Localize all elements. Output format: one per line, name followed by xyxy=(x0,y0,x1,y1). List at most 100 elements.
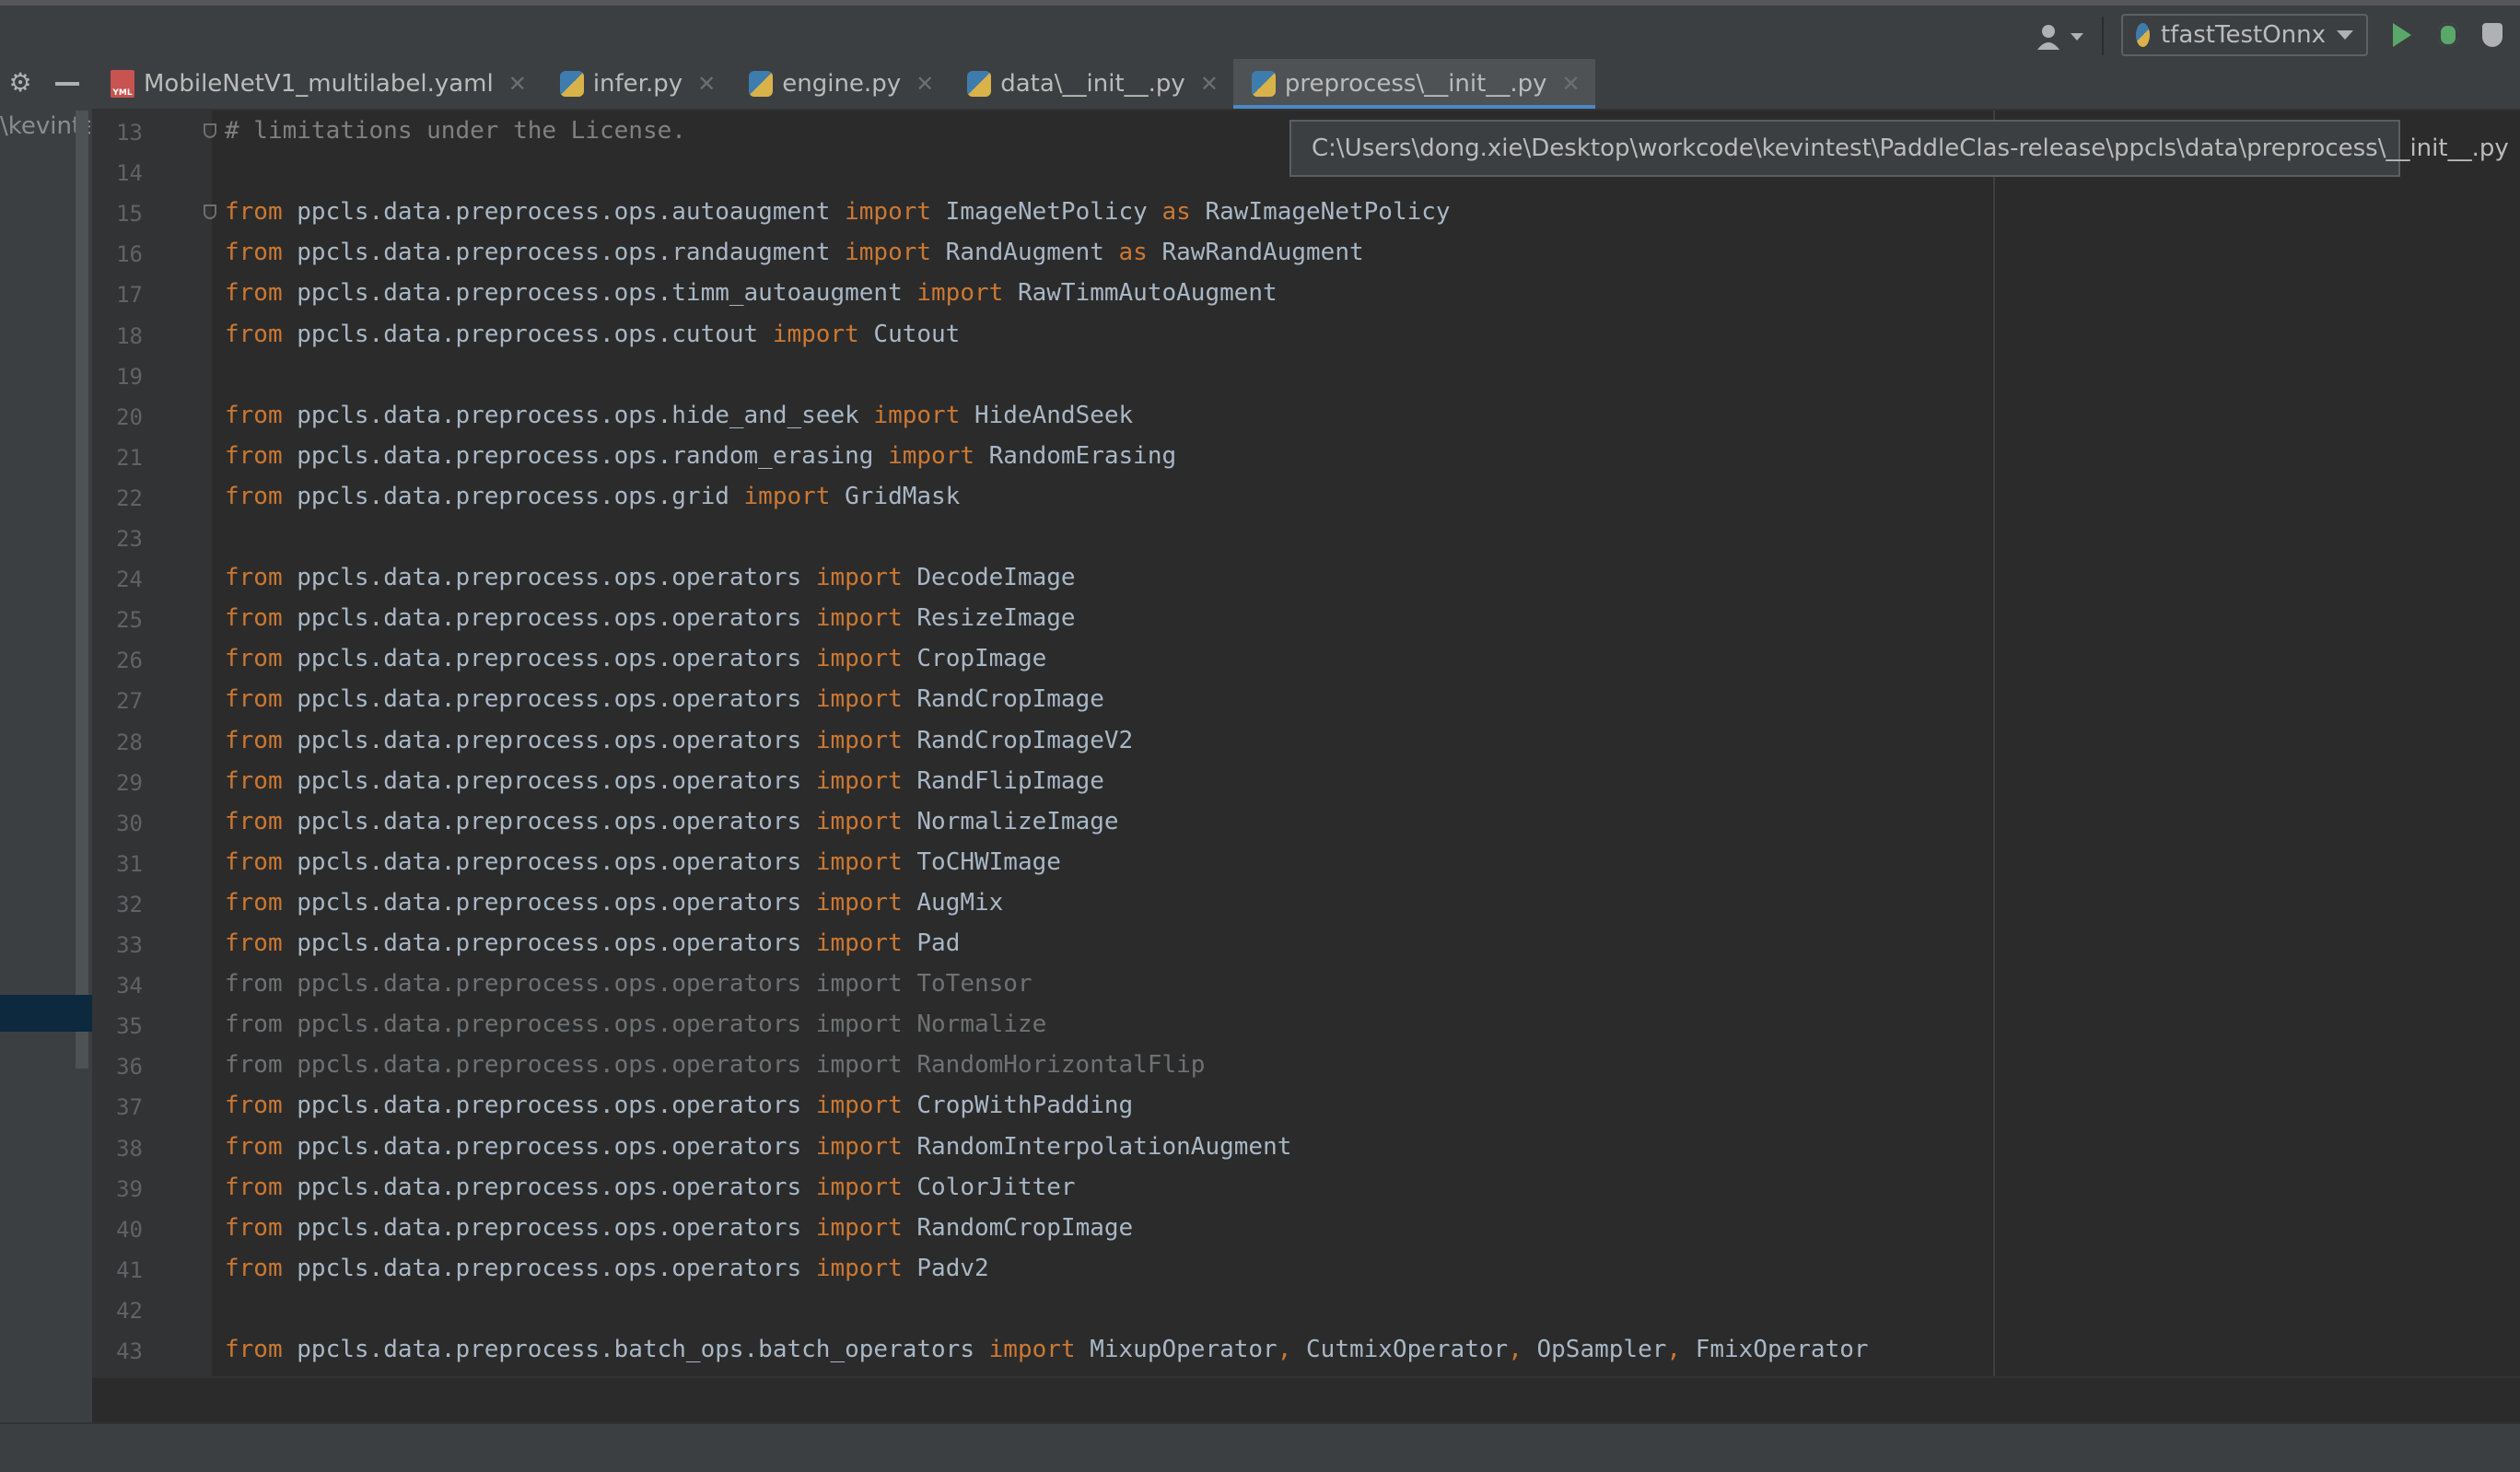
code-line[interactable]: from ppcls.data.preprocess.ops.operators… xyxy=(225,1045,1205,1085)
keyword-token: import xyxy=(888,441,974,470)
close-icon[interactable]: ✕ xyxy=(1200,71,1219,97)
yaml-file-icon: YML xyxy=(111,70,134,98)
line-number: 22 xyxy=(116,485,143,511)
keyword-token: from xyxy=(225,482,283,510)
line-number: 16 xyxy=(116,241,143,268)
close-icon[interactable]: ✕ xyxy=(916,71,934,97)
line-number: 20 xyxy=(116,403,143,430)
code-line[interactable]: from ppcls.data.preprocess.ops.operators… xyxy=(225,720,1133,761)
keyword-token: as xyxy=(1161,198,1191,227)
line-number: 14 xyxy=(116,160,143,187)
code-line[interactable]: from ppcls.data.preprocess.batch_ops.bat… xyxy=(225,1329,1869,1370)
code-token: Pad xyxy=(902,929,961,957)
horizontal-scrollbar[interactable] xyxy=(92,1376,2520,1424)
code-token: ppcls.data.preprocess.ops.operators xyxy=(282,929,816,957)
keyword-token: import xyxy=(815,1092,903,1120)
code-line[interactable]: from ppcls.data.preprocess.ops.operators… xyxy=(225,679,1104,719)
code-token: ppcls.data.preprocess.ops.operators xyxy=(282,1254,816,1282)
code-line[interactable]: from ppcls.data.preprocess.ops.operators… xyxy=(225,761,1104,801)
code-line[interactable]: from ppcls.data.preprocess.ops.grid impo… xyxy=(225,476,960,517)
code-line[interactable]: from ppcls.data.preprocess.ops.hide_and_… xyxy=(225,395,1133,436)
code-line[interactable]: from ppcls.data.preprocess.ops.operators… xyxy=(225,1004,1046,1045)
tab-preprocess-init-py[interactable]: preprocess\__init__.py ✕ xyxy=(1232,59,1595,109)
code-line[interactable]: # limitations under the License. xyxy=(225,111,686,151)
line-number: 25 xyxy=(116,607,143,634)
debug-button[interactable] xyxy=(2432,18,2465,52)
code-token: ColorJitter xyxy=(902,1173,1076,1201)
tab-mobilenetv1-multilabel-yaml[interactable]: YML MobileNetV1_multilabel.yaml ✕ xyxy=(92,59,542,109)
run-button[interactable] xyxy=(2386,18,2419,52)
close-icon[interactable]: ✕ xyxy=(508,71,527,97)
code-line[interactable]: from ppcls.data.preprocess.ops.operators… xyxy=(225,638,1046,679)
tab-engine-py[interactable]: engine.py ✕ xyxy=(730,59,949,109)
line-number: 21 xyxy=(116,444,143,471)
code-line[interactable]: from ppcls.data.preprocess.ops.operators… xyxy=(225,964,1032,1004)
project-panel: ⚙ \kevintes xyxy=(0,59,92,1422)
keyword-token: import xyxy=(815,1173,903,1201)
chevron-down-icon xyxy=(2071,33,2083,41)
code-line[interactable]: from ppcls.data.preprocess.ops.operators… xyxy=(225,842,1061,882)
line-number-gutter[interactable]: 13 14 15 16 17 18 19 20 21 22 23 24 25 26 27 28 29 30 31 32… xyxy=(92,111,212,1376)
code-token: from ppcls.data.preprocess.ops.operators… xyxy=(225,1011,1047,1039)
keyword-token: from xyxy=(225,1336,283,1363)
close-icon[interactable]: ✕ xyxy=(697,71,716,97)
code-line[interactable]: from ppcls.data.preprocess.ops.operators… xyxy=(225,598,1076,638)
code-token: ppcls.data.preprocess.ops.operators xyxy=(282,726,816,754)
line-number: 26 xyxy=(116,648,143,674)
tab-data-init-py[interactable]: data\__init__.py ✕ xyxy=(949,59,1233,109)
user-menu-button[interactable] xyxy=(2037,18,2091,55)
keyword-token: import xyxy=(815,1254,903,1282)
keyword-token: , xyxy=(1277,1336,1292,1363)
code-token: RandCropImageV2 xyxy=(902,726,1134,754)
code-line[interactable]: from ppcls.data.preprocess.ops.operators… xyxy=(225,557,1076,598)
code-token: ppcls.data.preprocess.ops.operators xyxy=(282,1213,816,1242)
code-line[interactable]: from ppcls.data.preprocess.ops.timm_auto… xyxy=(225,273,1278,313)
keyword-token: from xyxy=(225,1132,283,1161)
code-token: CropImage xyxy=(902,645,1047,673)
line-number: 29 xyxy=(116,769,143,796)
keyword-token: from xyxy=(225,888,283,917)
keyword-token: from xyxy=(225,279,283,308)
line-number: 32 xyxy=(116,891,143,917)
project-selected-row[interactable] xyxy=(0,995,92,1032)
code-token: AugMix xyxy=(902,888,1004,917)
project-panel-scrollbar[interactable] xyxy=(76,111,88,1069)
code-line[interactable]: from ppcls.data.preprocess.ops.operators… xyxy=(225,1167,1076,1208)
code-token: FmixOperator xyxy=(1681,1336,1869,1363)
code-line[interactable]: from ppcls.data.preprocess.ops.autoaugme… xyxy=(225,192,1451,232)
keyword-token: from xyxy=(225,441,283,470)
minimize-icon[interactable] xyxy=(55,82,79,86)
keyword-token: from xyxy=(225,604,283,633)
code-line[interactable]: from ppcls.data.preprocess.ops.operators… xyxy=(225,801,1119,842)
code-token: ppcls.data.preprocess.ops.operators xyxy=(282,564,816,592)
keyword-token: from xyxy=(225,726,283,754)
code-line[interactable]: from ppcls.data.preprocess.ops.operators… xyxy=(225,882,1003,923)
keyword-token: import xyxy=(845,239,932,267)
fold-marker-icon[interactable] xyxy=(204,204,216,220)
keyword-token: from xyxy=(225,929,283,957)
keyword-token: import xyxy=(815,766,903,795)
code-line[interactable]: from ppcls.data.preprocess.ops.operators… xyxy=(225,1248,989,1289)
code-line[interactable]: from ppcls.data.preprocess.ops.operators… xyxy=(225,1208,1133,1248)
code-token: ImageNetPolicy xyxy=(931,198,1162,227)
gear-icon[interactable]: ⚙ xyxy=(7,70,33,96)
code-line[interactable]: from ppcls.data.preprocess.ops.operators… xyxy=(225,923,960,964)
code-line[interactable]: from ppcls.data.preprocess.ops.operators… xyxy=(225,1127,1291,1167)
code-line[interactable]: from ppcls.data.preprocess.ops.operators… xyxy=(225,1085,1133,1126)
fold-marker-icon[interactable] xyxy=(204,123,216,138)
python-file-icon xyxy=(1251,71,1276,97)
code-line[interactable]: from ppcls.data.preprocess.ops.cutout im… xyxy=(225,314,960,355)
code-token: ppcls.data.preprocess.ops.randaugment xyxy=(282,239,846,267)
code-token: ppcls.data.preprocess.ops.operators xyxy=(282,685,816,714)
keyword-token: import xyxy=(916,279,1004,308)
run-configuration-select[interactable]: tfastTestOnnx xyxy=(2121,14,2368,56)
run-with-coverage-button[interactable] xyxy=(2476,18,2509,52)
line-number: 40 xyxy=(116,1216,143,1243)
code-line[interactable]: from ppcls.data.preprocess.ops.random_er… xyxy=(225,436,1176,476)
tab-infer-py[interactable]: infer.py ✕ xyxy=(542,59,730,109)
code-line[interactable]: from ppcls.data.preprocess.ops.randaugme… xyxy=(225,232,1364,273)
chevron-down-icon xyxy=(2337,30,2353,40)
keyword-token: from xyxy=(225,1092,283,1120)
line-number: 31 xyxy=(116,850,143,877)
close-icon[interactable]: ✕ xyxy=(1562,71,1581,97)
